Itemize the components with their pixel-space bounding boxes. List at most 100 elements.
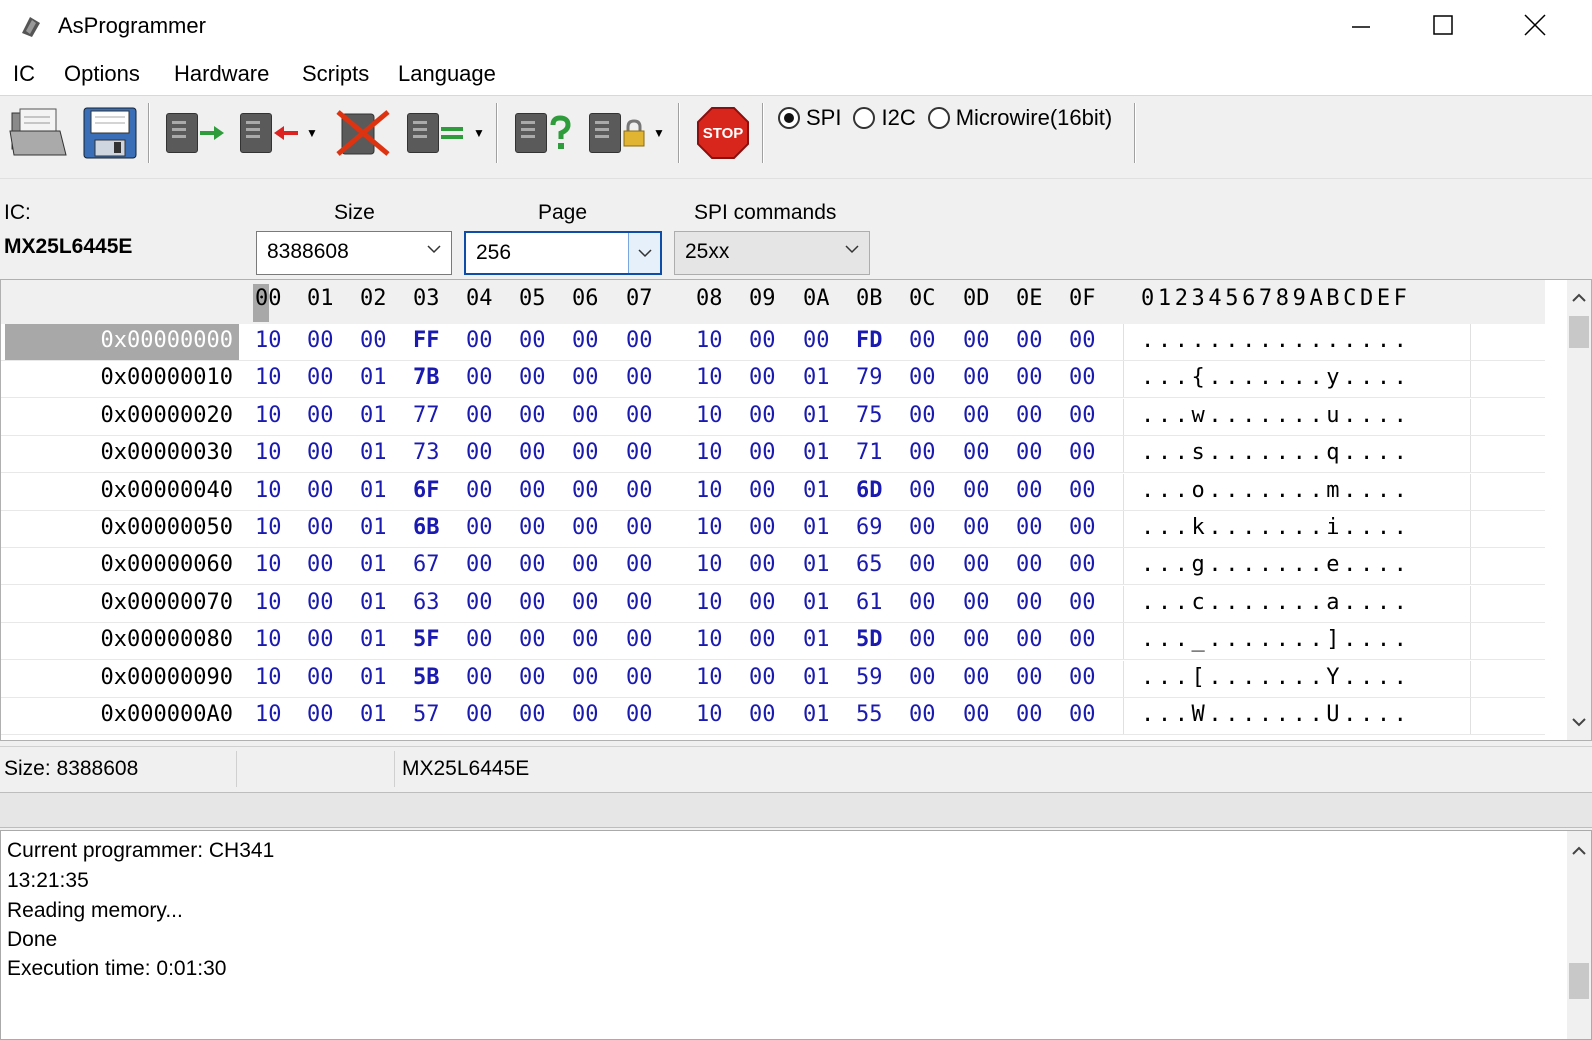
hex-byte[interactable]: 00 [307,515,334,540]
hex-byte[interactable]: 00 [1069,515,1096,540]
hex-byte[interactable]: 00 [1069,403,1096,428]
hex-byte[interactable]: 00 [626,702,653,727]
hex-byte[interactable]: 00 [803,328,830,353]
hex-byte[interactable]: 5F [413,627,440,652]
hex-byte[interactable]: 10 [696,478,723,503]
hex-byte[interactable]: 00 [466,365,493,390]
hex-byte[interactable]: 10 [255,403,282,428]
hex-ascii[interactable]: ...{.......y.... [1141,365,1411,390]
hex-row[interactable]: 0x00000030 10 00 01 73 00 00 00 00 10 00 01 71 00 00 00… [1,436,1545,474]
hex-byte[interactable]: 00 [572,328,599,353]
hex-byte[interactable]: 00 [963,365,990,390]
erase-button[interactable] [332,105,394,161]
hex-byte[interactable]: 00 [466,552,493,577]
hex-byte[interactable]: 00 [519,365,546,390]
hex-scrollbar[interactable] [1567,280,1591,740]
hex-ascii[interactable]: ...w.......u.... [1141,403,1411,428]
hex-row[interactable]: 0x00000020 10 00 01 77 00 00 00 00 10 00 01 75 00 00 00… [1,398,1545,436]
log-panel[interactable]: Current programmer: CH341 13:21:35 Readi… [0,830,1592,1040]
hex-byte[interactable]: 00 [466,328,493,353]
hex-row[interactable]: 0x00000050 10 00 01 6B 00 00 00 00 10 00 01 69 00 00 00… [1,511,1545,548]
hex-byte[interactable]: 00 [572,665,599,690]
hex-byte[interactable]: 00 [749,590,776,615]
hex-byte[interactable]: 00 [519,665,546,690]
hex-byte[interactable]: 10 [696,702,723,727]
hex-byte[interactable]: 00 [963,627,990,652]
hex-byte[interactable]: 00 [1069,478,1096,503]
hex-byte[interactable]: 00 [572,365,599,390]
hex-byte[interactable]: 57 [413,702,440,727]
hex-byte[interactable]: 00 [466,440,493,465]
hex-byte[interactable]: 6B [413,515,440,540]
write-button[interactable]: ▼ [236,105,322,161]
hex-byte[interactable]: 00 [1069,365,1096,390]
hex-byte[interactable]: 00 [307,328,334,353]
page-dropdown[interactable]: 256 [464,231,662,275]
hex-byte[interactable]: 01 [803,665,830,690]
radio-i2c[interactable] [853,107,876,129]
close-button[interactable] [1490,0,1580,50]
hex-byte[interactable]: FF [413,328,440,353]
scroll-thumb[interactable] [1569,963,1589,999]
hex-byte[interactable]: 00 [307,403,334,428]
hex-byte[interactable]: 00 [519,702,546,727]
hex-byte[interactable]: 01 [360,665,387,690]
hex-byte[interactable]: 6F [413,478,440,503]
hex-byte[interactable]: 01 [803,403,830,428]
hex-byte[interactable]: 10 [255,702,282,727]
spi-commands-dropdown[interactable]: 25xx [674,231,870,275]
hex-byte[interactable]: 10 [255,665,282,690]
hex-byte[interactable]: 10 [255,478,282,503]
save-button[interactable] [80,105,140,161]
hex-byte[interactable]: 00 [572,590,599,615]
hex-byte[interactable]: 00 [626,665,653,690]
menu-scripts[interactable]: Scripts [302,61,369,87]
hex-byte[interactable]: 00 [749,403,776,428]
hex-byte[interactable]: 00 [963,590,990,615]
hex-row[interactable]: 0x00000080 10 00 01 5F 00 00 00 00 10 00 01 5D 00 00 00… [1,623,1545,661]
maximize-button[interactable] [1398,0,1488,50]
hex-byte[interactable]: 00 [1016,665,1043,690]
hex-row[interactable]: 0x00000040 10 00 01 6F 00 00 00 00 10 00 01 6D 00 00 00… [1,473,1545,511]
hex-byte[interactable]: 10 [696,590,723,615]
hex-byte[interactable]: 69 [856,515,883,540]
hex-byte[interactable]: 00 [519,627,546,652]
hex-byte[interactable]: 00 [626,590,653,615]
protect-button[interactable]: ▼ [584,105,670,161]
hex-byte[interactable]: 00 [360,328,387,353]
hex-byte[interactable]: 00 [909,702,936,727]
hex-byte[interactable]: 01 [360,627,387,652]
hex-byte[interactable]: 00 [572,478,599,503]
hex-byte[interactable]: 00 [1069,440,1096,465]
hex-byte[interactable]: 00 [749,478,776,503]
stop-button[interactable]: STOP [692,105,754,161]
hex-byte[interactable]: 01 [803,478,830,503]
hex-byte[interactable]: 10 [255,627,282,652]
hex-byte[interactable]: 00 [909,627,936,652]
hex-byte[interactable]: 00 [963,552,990,577]
open-button[interactable] [6,105,70,161]
hex-byte[interactable]: 10 [255,440,282,465]
page-dropdown-button[interactable] [628,233,660,273]
scroll-up-icon[interactable] [1567,839,1591,863]
hex-byte[interactable]: 10 [255,515,282,540]
hex-byte[interactable]: 01 [360,440,387,465]
hex-ascii[interactable]: ..._.......].... [1141,627,1411,652]
hex-byte[interactable]: 00 [963,702,990,727]
hex-byte[interactable]: 00 [963,328,990,353]
hex-row[interactable]: 0x00000010 10 00 01 7B 00 00 00 00 10 00 01 79 00 00 00… [1,361,1545,399]
hex-byte[interactable]: 01 [803,627,830,652]
hex-byte[interactable]: 10 [255,590,282,615]
hex-byte[interactable]: 00 [1069,590,1096,615]
hex-byte[interactable]: 65 [856,552,883,577]
hex-byte[interactable]: 00 [1016,590,1043,615]
hex-byte[interactable]: 00 [466,478,493,503]
hex-byte[interactable]: 00 [626,365,653,390]
hex-byte[interactable]: 01 [360,403,387,428]
hex-byte[interactable]: 10 [696,403,723,428]
hex-byte[interactable]: 00 [1069,552,1096,577]
hex-byte[interactable]: 00 [1069,665,1096,690]
hex-byte[interactable]: 01 [360,590,387,615]
read-id-button[interactable] [512,105,576,161]
hex-byte[interactable]: 00 [466,590,493,615]
